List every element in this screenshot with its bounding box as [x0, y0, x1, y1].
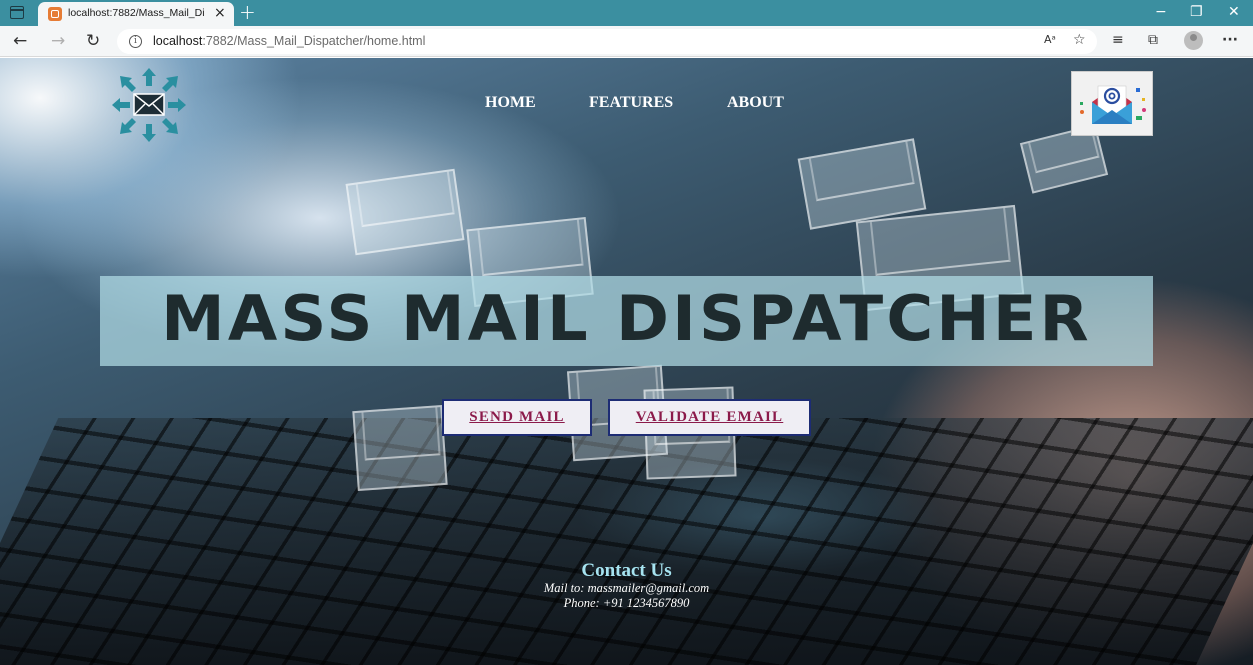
tab-title: localhost:7882/Mass_Mail_Dispat — [68, 7, 204, 19]
more-menu-icon[interactable]: ··· — [1222, 31, 1238, 49]
contact-phone: Phone: +91 1234567890 — [563, 596, 690, 610]
tab-favicon-icon — [48, 7, 62, 21]
new-tab-icon[interactable]: + — [239, 1, 256, 23]
collections-icon[interactable]: ⧉ — [1148, 31, 1158, 49]
favorites-icon[interactable]: ≡ — [1112, 31, 1124, 49]
page-background: HOME FEATURES ABOUT MASS MAIL DISPATCHER… — [0, 58, 1253, 665]
reload-icon[interactable]: ↻ — [86, 31, 100, 51]
contact-mail: Mail to: massmailer@gmail.com — [543, 581, 710, 595]
envelope-decoration — [352, 404, 448, 492]
read-aloud-icon[interactable]: Aᵃ — [1044, 31, 1056, 49]
url-text: localhost:7882/Mass_Mail_Dispatcher/home… — [153, 34, 425, 48]
page-title: MASS MAIL DISPATCHER — [161, 282, 1092, 355]
forward-icon[interactable]: → — [51, 31, 65, 51]
nav-features-link[interactable]: FEATURES — [589, 94, 673, 112]
send-mail-button[interactable]: SEND MAIL — [442, 399, 592, 436]
window-close-icon[interactable]: ✕ — [1228, 4, 1240, 20]
site-info-icon[interactable]: i — [129, 35, 142, 48]
address-bar-row: ← → ↻ i localhost:7882/Mass_Mail_Dispatc… — [0, 26, 1253, 57]
back-icon[interactable]: ← — [13, 31, 27, 51]
browser-tab-bar: localhost:7882/Mass_Mail_Dispat × + − ❐ … — [0, 0, 1253, 26]
mail-logo-icon — [112, 68, 186, 142]
nav-about-link[interactable]: ABOUT — [727, 94, 784, 112]
tab-close-icon[interactable]: × — [214, 5, 226, 21]
add-favorite-icon[interactable]: ☆ — [1073, 31, 1086, 49]
url-field[interactable]: i localhost:7882/Mass_Mail_Dispatcher/ho… — [117, 29, 1097, 54]
nav-home-link[interactable]: HOME — [485, 94, 536, 112]
minimize-icon[interactable]: − — [1155, 4, 1167, 20]
hero-banner: MASS MAIL DISPATCHER — [100, 276, 1153, 366]
url-host: localhost — [153, 34, 203, 48]
email-illustration — [1071, 71, 1153, 136]
validate-email-button[interactable]: VALIDATE EMAIL — [608, 399, 811, 436]
profile-avatar[interactable] — [1184, 31, 1203, 50]
restore-icon[interactable]: ❐ — [1190, 4, 1203, 20]
url-path: :7882/Mass_Mail_Dispatcher/home.html — [202, 34, 426, 48]
browser-tab[interactable]: localhost:7882/Mass_Mail_Dispat × — [38, 2, 234, 26]
contact-title: Contact Us — [581, 560, 672, 581]
envelope-decoration — [345, 168, 465, 256]
tab-actions-icon[interactable] — [10, 6, 24, 19]
email-envelope-icon — [1080, 85, 1146, 124]
